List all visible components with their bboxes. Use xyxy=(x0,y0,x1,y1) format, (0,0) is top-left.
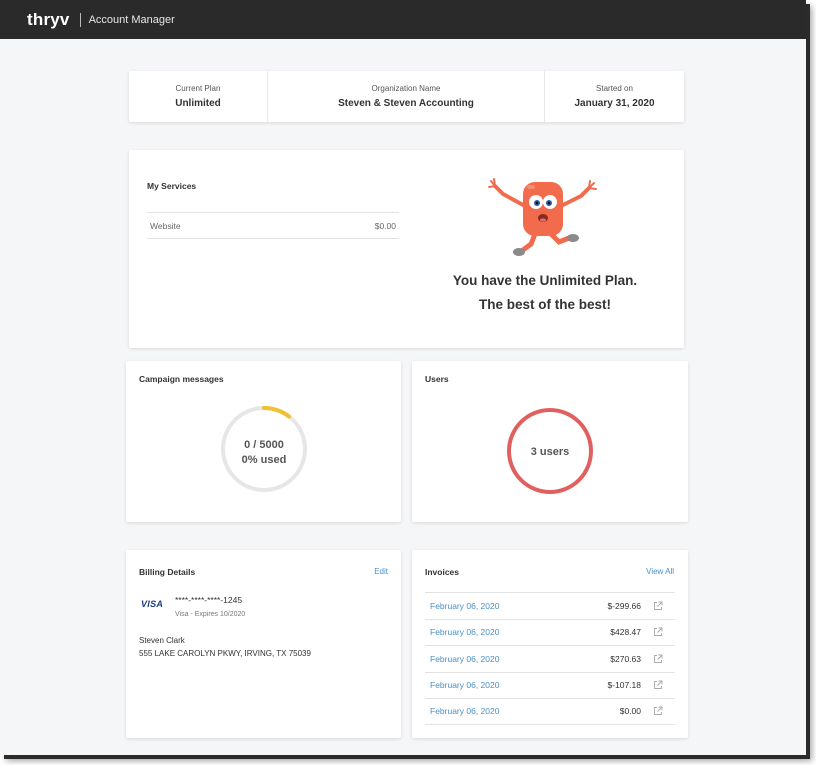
app-title: Account Manager xyxy=(88,13,175,26)
app-window: thryv Account Manager Current Plan Unlim… xyxy=(0,0,806,755)
billing-address: 555 LAKE CAROLYN PKWY, IRVING, TX 75039 xyxy=(139,649,311,658)
campaign-messages-title: Campaign messages xyxy=(139,374,224,384)
card-expiry: Visa - Expires 10/2020 xyxy=(175,611,246,618)
plan-message-line-1: You have the Unlimited Plan. xyxy=(452,273,638,288)
invoice-date-link[interactable]: February 06, 2020 xyxy=(425,680,571,690)
billing-details-card: Billing Details Edit VISA ****-****-****… xyxy=(126,550,401,738)
table-row: February 06, 2020 $428.47 xyxy=(425,618,675,646)
external-link-icon[interactable] xyxy=(641,654,675,664)
organization-name-value: Steven & Steven Accounting xyxy=(338,98,474,109)
campaign-count-text: 0 / 5000 xyxy=(244,439,284,451)
my-services-title: My Services xyxy=(147,181,197,191)
invoice-amount: $428.47 xyxy=(610,627,641,638)
current-plan-label: Current Plan xyxy=(175,84,221,93)
service-price: $0.00 xyxy=(374,220,396,231)
started-on-cell: Started on January 31, 2020 xyxy=(544,71,684,122)
my-services-card: My Services Website $0.00 You have the U… xyxy=(129,150,684,348)
invoices-title: Invoices xyxy=(425,567,460,577)
header-divider xyxy=(79,12,81,27)
invoice-date-link[interactable]: February 06, 2020 xyxy=(425,627,571,637)
users-card: Users 3 users xyxy=(412,361,688,522)
invoice-amount: $0.00 xyxy=(619,706,641,717)
users-count-text: 3 users xyxy=(531,446,570,458)
table-row: February 06, 2020 $-107.18 xyxy=(425,671,675,699)
external-link-icon[interactable] xyxy=(641,706,675,716)
visa-card-icon: VISA xyxy=(141,599,164,609)
edit-billing-link[interactable]: Edit xyxy=(374,567,388,576)
invoice-date-link[interactable]: February 06, 2020 xyxy=(425,601,571,611)
card-number: ****-****-****-1245 xyxy=(175,595,243,605)
campaign-usage-ring: 0 / 5000 0% used xyxy=(221,406,307,492)
thryv-logo[interactable]: thryv xyxy=(27,10,70,30)
invoices-card: Invoices View All February 06, 2020 $-29… xyxy=(412,550,688,738)
external-link-icon[interactable] xyxy=(641,627,675,637)
plan-summary-card: Current Plan Unlimited Organization Name… xyxy=(129,71,684,122)
top-navigation-bar: thryv Account Manager xyxy=(0,0,806,39)
invoice-date-link[interactable]: February 06, 2020 xyxy=(425,706,571,716)
external-link-icon[interactable] xyxy=(641,680,675,690)
organization-name-label: Organization Name xyxy=(371,84,441,93)
started-on-label: Started on xyxy=(596,84,633,93)
view-all-invoices-link[interactable]: View All xyxy=(646,567,674,576)
service-row: Website $0.00 xyxy=(147,212,399,239)
billing-details-title: Billing Details xyxy=(139,567,196,577)
invoices-table: February 06, 2020 $-299.66 February 06, … xyxy=(425,592,675,725)
invoice-amount: $-299.66 xyxy=(607,600,641,611)
plan-message-line-2: The best of the best! xyxy=(478,297,611,312)
table-row: February 06, 2020 $-299.66 xyxy=(425,592,675,619)
campaign-messages-card: Campaign messages 0 / 5000 0% used xyxy=(126,361,401,522)
invoice-amount: $270.63 xyxy=(610,653,641,664)
users-title: Users xyxy=(425,374,449,384)
started-on-value: January 31, 2020 xyxy=(574,98,655,109)
table-row: February 06, 2020 $270.63 xyxy=(425,645,675,672)
invoice-amount: $-107.18 xyxy=(607,680,641,691)
external-link-icon[interactable] xyxy=(641,601,675,611)
current-plan-value: Unlimited xyxy=(175,98,221,109)
table-row: February 06, 2020 $0.00 xyxy=(425,698,675,725)
billing-name: Steven Clark xyxy=(139,636,185,645)
campaign-used-text: 0% used xyxy=(242,454,287,466)
mascot-illustration xyxy=(488,178,597,256)
service-name: Website xyxy=(150,220,181,231)
users-ring: 3 users xyxy=(507,408,593,494)
invoice-date-link[interactable]: February 06, 2020 xyxy=(425,654,571,664)
organization-name-cell: Organization Name Steven & Steven Accoun… xyxy=(267,71,544,122)
current-plan-cell: Current Plan Unlimited xyxy=(129,71,267,122)
